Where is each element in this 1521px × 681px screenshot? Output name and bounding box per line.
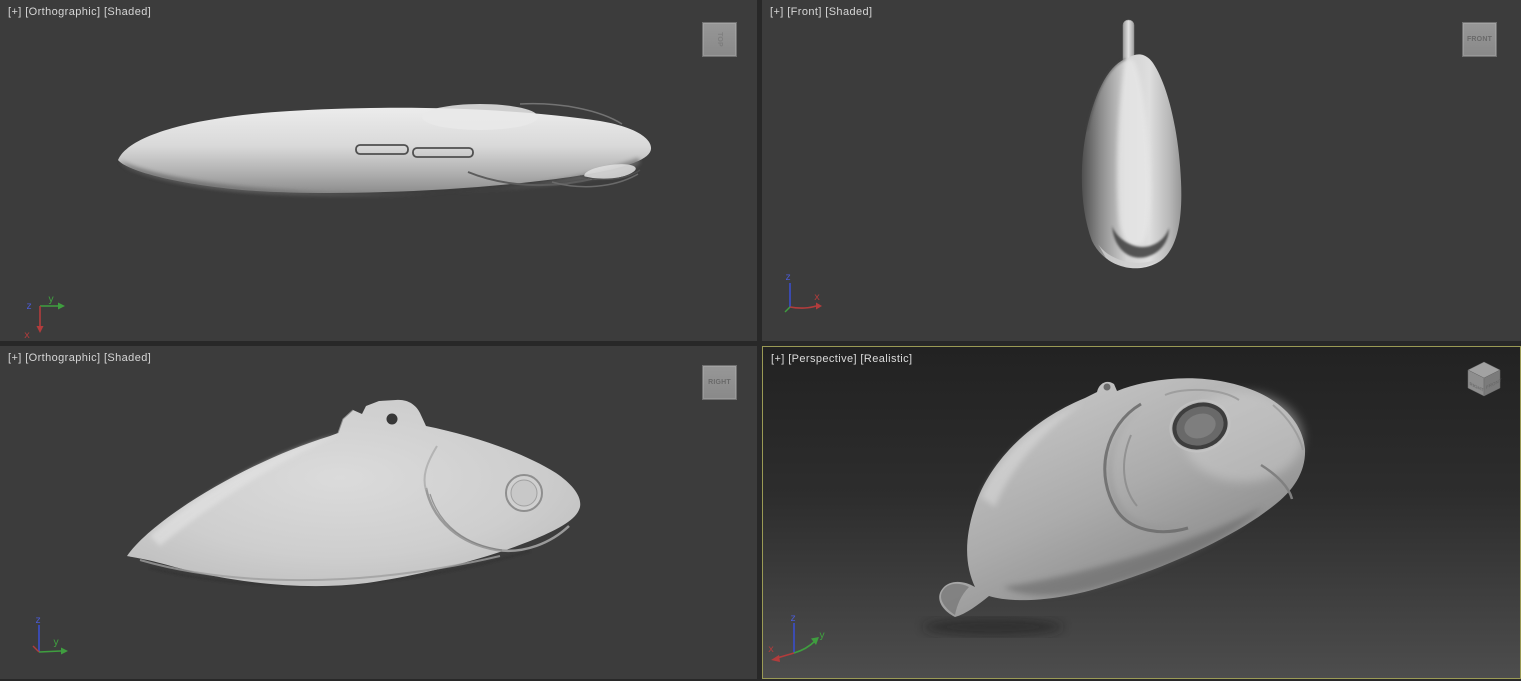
axis-x-label: x [768, 644, 774, 655]
viewport-top-right-front[interactable]: [+] [Front] [Shaded] FRONT [762, 0, 1521, 341]
viewport-top-left-orthographic[interactable]: [+] [Orthographic] [Shaded] TOP [0, 0, 757, 341]
axis-x-label: x [814, 292, 820, 303]
viewport-bottom-left-orthographic[interactable]: [+] [Orthographic] [Shaded] RIGHT [0, 346, 757, 679]
viewport-label[interactable]: [+] [Orthographic] [Shaded] [8, 352, 151, 364]
axis-z-label: z [785, 272, 791, 283]
axis-y-label: y [819, 630, 825, 641]
axis-z-label: z [35, 615, 41, 626]
viewcube-face-label: RIGHT [708, 379, 731, 386]
axis-z-label: z [26, 301, 32, 312]
model-front-view[interactable] [762, 0, 1521, 341]
axis-z-label: z [790, 613, 796, 624]
model-side-view[interactable] [0, 346, 757, 679]
axis-tripod: z y x [18, 292, 88, 341]
eye-inner [511, 480, 537, 506]
line-tie-hole [387, 414, 398, 425]
viewport-label[interactable]: [+] [Front] [Shaded] [770, 6, 872, 18]
model-perspective-view[interactable] [763, 347, 1514, 678]
viewport-bottom-right-perspective[interactable]: [+] [Perspective] [Realistic] RIGHT FRON… [762, 346, 1521, 679]
viewport-grid: [+] [Orthographic] [Shaded] TOP [0, 0, 1521, 679]
viewport-label[interactable]: [+] [Perspective] [Realistic] [771, 353, 913, 365]
viewcube[interactable]: RIGHT [702, 365, 737, 400]
axis-tripod: z y [15, 615, 85, 675]
viewport-label[interactable]: [+] [Orthographic] [Shaded] [8, 6, 151, 18]
viewcube[interactable]: FRONT [1462, 22, 1497, 57]
axis-tripod: z x y [767, 611, 837, 667]
viewcube-face-label: FRONT [1467, 36, 1492, 43]
line-tie-hole [1104, 384, 1111, 391]
viewcube-face-label: TOP [716, 32, 723, 47]
axis-tripod: z x [772, 270, 836, 318]
head-highlight [422, 104, 538, 130]
axis-x-label: x [24, 330, 30, 341]
model-top-view[interactable] [0, 0, 757, 341]
ground-shadow [923, 618, 1063, 636]
axis-y-label: y [53, 637, 59, 648]
viewcube[interactable]: TOP [702, 22, 737, 57]
axis-y-label: y [48, 294, 54, 305]
